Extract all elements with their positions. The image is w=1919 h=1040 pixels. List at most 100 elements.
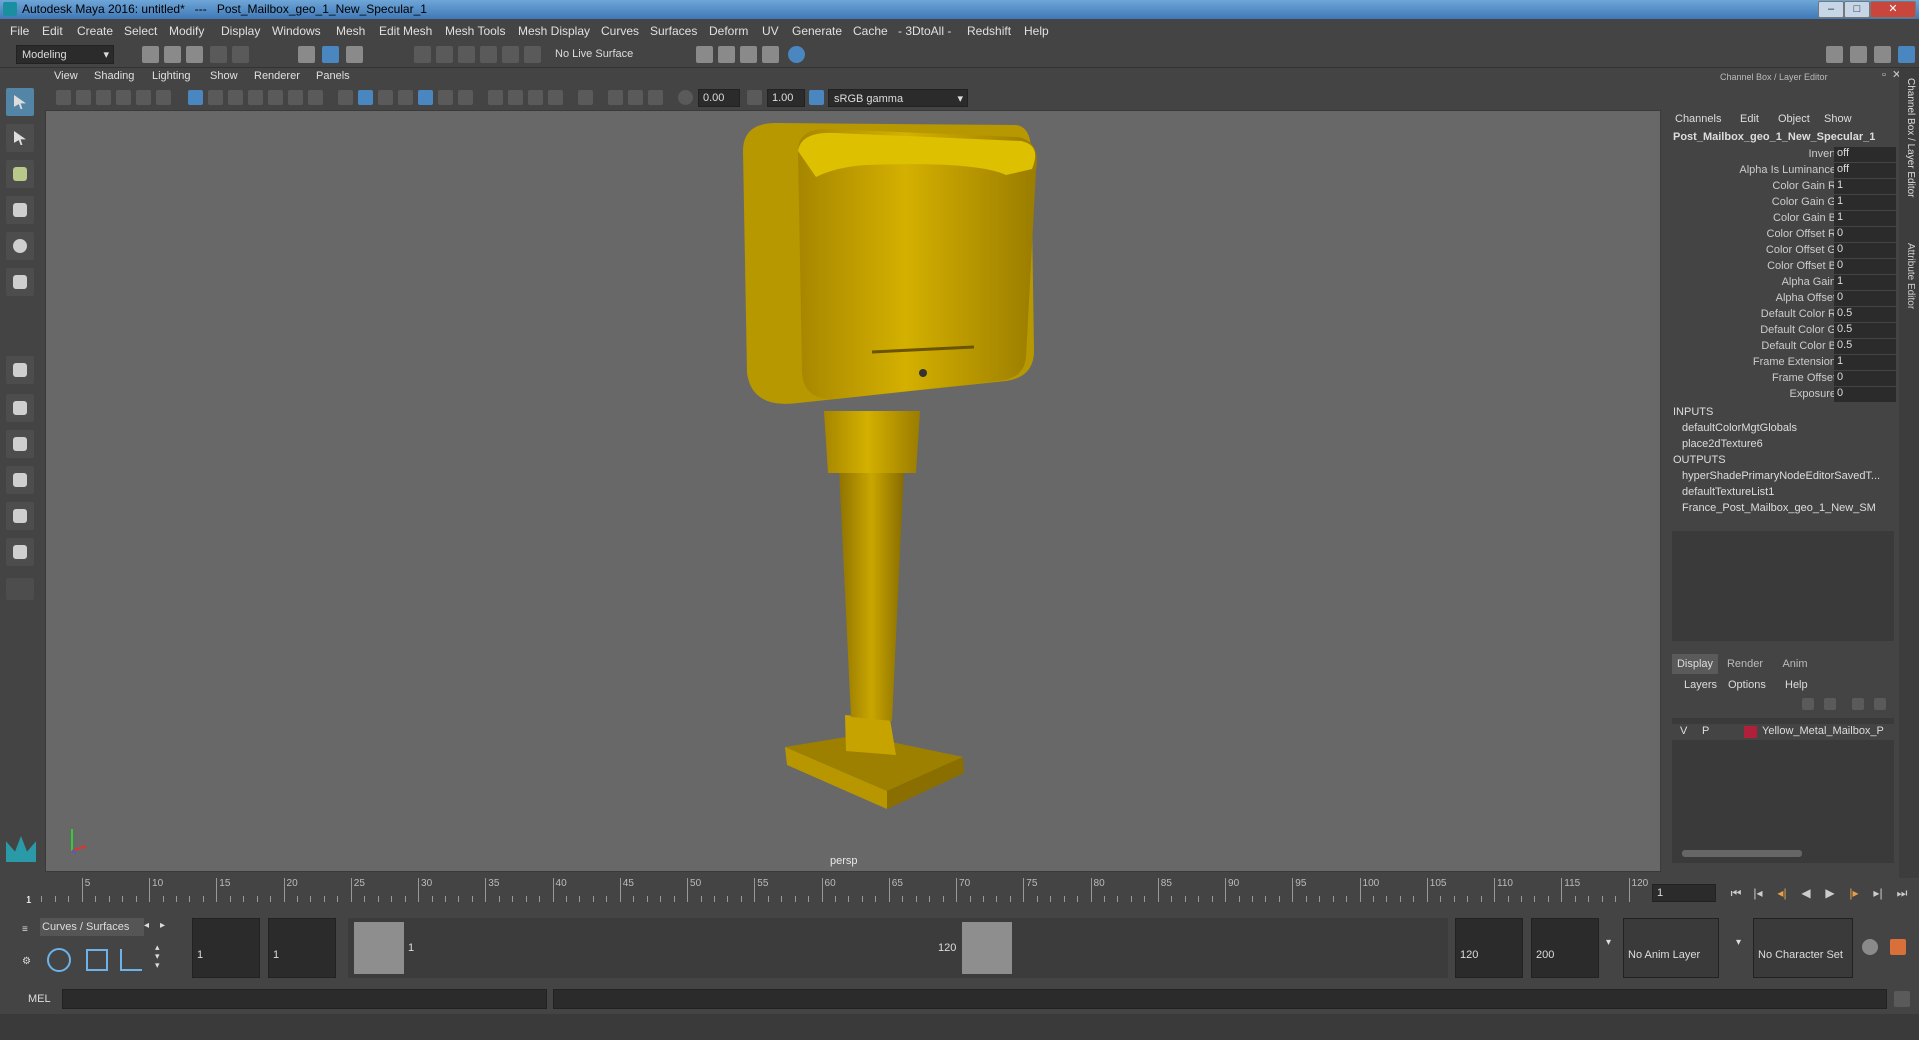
output-node[interactable]: hyperShadePrimaryNodeEditorSavedT... (1682, 470, 1880, 482)
film-gate-icon[interactable] (208, 90, 223, 105)
channel-box-toggle-icon[interactable] (1898, 46, 1915, 63)
attribute-editor-toggle-icon[interactable] (1850, 46, 1867, 63)
menu-modify[interactable]: Modify (169, 24, 204, 38)
color-management-icon[interactable] (809, 90, 824, 105)
channel-name[interactable]: Alpha Gain (1782, 276, 1836, 288)
channel-name[interactable]: Color Gain G (1772, 196, 1836, 208)
channel-name[interactable]: Color Offset G (1766, 244, 1836, 256)
play-forward-icon[interactable]: ▶ (1822, 886, 1838, 900)
open-scene-icon[interactable] (164, 46, 181, 63)
maximize-button[interactable]: □ (1844, 1, 1870, 18)
move-layer-up-icon[interactable] (1802, 698, 1814, 710)
output-node[interactable]: defaultTextureList1 (1682, 486, 1774, 498)
xray-components-icon[interactable] (648, 90, 663, 105)
layer-name[interactable]: Yellow_Metal_Mailbox_P (1762, 725, 1892, 737)
channel-value-field[interactable]: 0 (1834, 227, 1896, 242)
animation-preferences-icon[interactable] (1890, 939, 1906, 955)
image-plane-icon[interactable] (116, 90, 131, 105)
channel-name[interactable]: Color Offset R (1767, 228, 1837, 240)
screen-space-ao-icon[interactable] (488, 90, 503, 105)
go-to-end-icon[interactable]: ⏭ (1894, 886, 1910, 900)
layer-scrollbar[interactable] (1682, 850, 1802, 857)
persp-graph-layout-button[interactable] (6, 502, 34, 530)
step-back-frame-icon[interactable]: ◂| (1774, 886, 1790, 900)
snap-grid-icon[interactable] (414, 46, 431, 63)
move-layer-down-icon[interactable] (1824, 698, 1836, 710)
bookmark-icon[interactable] (96, 90, 111, 105)
new-empty-layer-icon[interactable] (1852, 698, 1864, 710)
shelf-scroll-left-icon[interactable]: ◂ (144, 920, 149, 931)
rotate-tool-button[interactable] (6, 232, 34, 260)
render-settings-icon[interactable] (740, 46, 757, 63)
command-input[interactable] (62, 989, 547, 1009)
layer-options-menu[interactable]: Options (1728, 679, 1766, 691)
channel-row[interactable]: Alpha Gain 1 (1668, 275, 1898, 291)
playback-end-field[interactable]: 120 (1455, 918, 1523, 978)
field-chart-icon[interactable] (268, 90, 283, 105)
menu-display[interactable]: Display (221, 24, 260, 38)
menu-file[interactable]: File (10, 24, 29, 38)
menu-create[interactable]: Create (77, 24, 113, 38)
channel-row[interactable]: Alpha Offset 0 (1668, 291, 1898, 307)
snap-surface-icon[interactable] (502, 46, 519, 63)
shadows-icon[interactable] (458, 90, 473, 105)
minimize-button[interactable]: – (1818, 1, 1844, 18)
channel-value-field[interactable]: 0.5 (1834, 307, 1896, 322)
channel-row[interactable]: Exposure 0 (1668, 387, 1898, 403)
make-live-icon[interactable] (524, 46, 541, 63)
float-panel-icon[interactable]: ▫ (1882, 69, 1886, 81)
channel-row[interactable]: Frame Offset 0 (1668, 371, 1898, 387)
channel-name[interactable]: Alpha Offset (1776, 292, 1836, 304)
channel-value-field[interactable]: 0.5 (1834, 323, 1896, 338)
channel-row[interactable]: Default Color R 0.5 (1668, 307, 1898, 323)
channel-value-field[interactable]: 0 (1834, 371, 1896, 386)
exposure-field[interactable]: 0.00 (698, 89, 740, 107)
snap-curve-icon[interactable] (436, 46, 453, 63)
channel-row[interactable]: Color Gain R1 (1668, 179, 1898, 195)
input-node[interactable]: place2dTexture6 (1682, 438, 1763, 450)
select-by-component-icon[interactable] (346, 46, 363, 63)
step-forward-frame-icon[interactable]: |▸ (1846, 886, 1862, 900)
channel-value-field[interactable]: 0.5 (1834, 339, 1896, 354)
single-view-layout-button[interactable] (6, 356, 34, 384)
select-by-hierarchy-icon[interactable] (298, 46, 315, 63)
xray-icon[interactable] (608, 90, 623, 105)
time-slider[interactable]: 5 10 15 20 25 30 35 40 45 50 55 60 65 70 75 80 85 90 95 100… (24, 878, 1648, 908)
menu-mesh-tools[interactable]: Mesh Tools (445, 24, 505, 38)
channel-row[interactable]: Color Offset B0 (1668, 259, 1898, 275)
menu-surfaces[interactable]: Surfaces (650, 24, 697, 38)
render-frame-icon[interactable] (696, 46, 713, 63)
wireframe-icon[interactable] (338, 90, 353, 105)
tab-display[interactable]: Display (1672, 654, 1718, 674)
command-language-label[interactable]: MEL (28, 993, 51, 1005)
hypershade-icon[interactable] (762, 46, 779, 63)
channel-value-field[interactable]: 0 (1834, 387, 1896, 402)
menu-uv[interactable]: UV (762, 24, 779, 38)
anti-aliasing-icon[interactable] (528, 90, 543, 105)
view-transform-dropdown[interactable]: sRGB gamma ▾ (828, 89, 968, 107)
more-layouts-button[interactable] (6, 578, 34, 600)
shelf-settings-icon[interactable]: ⚙ (22, 956, 31, 967)
2d-pan-zoom-icon[interactable] (156, 90, 171, 105)
modeling-toolkit-icon[interactable] (1826, 46, 1843, 63)
start-time-field[interactable]: 1 (192, 918, 260, 978)
anim-layer-dropdown[interactable]: No Anim Layer (1623, 918, 1719, 978)
menu-select[interactable]: Select (124, 24, 157, 38)
menu-mesh-display[interactable]: Mesh Display (518, 24, 590, 38)
snap-plane-icon[interactable] (480, 46, 497, 63)
channel-row[interactable]: Color Offset R0 (1668, 227, 1898, 243)
grease-pencil-icon[interactable] (136, 90, 151, 105)
move-tool-button[interactable] (6, 196, 34, 224)
layer-row[interactable]: V P Yellow_Metal_Mailbox_P (1672, 724, 1894, 740)
channel-row[interactable]: Default Color G 0.5 (1668, 323, 1898, 339)
channels-edit-menu[interactable]: Edit (1740, 113, 1759, 125)
nurbs-square-icon[interactable] (86, 949, 108, 971)
range-slider-start-handle[interactable] (354, 922, 404, 974)
safe-action-icon[interactable] (288, 90, 303, 105)
channel-name[interactable]: Frame Offset (1772, 372, 1836, 384)
use-all-lights-icon[interactable] (438, 90, 453, 105)
channel-name[interactable]: Default Color R (1761, 308, 1836, 320)
four-view-layout-button[interactable] (6, 394, 34, 422)
cv-curve-icon[interactable] (120, 949, 142, 971)
channel-value-field[interactable]: 0 (1834, 291, 1896, 306)
